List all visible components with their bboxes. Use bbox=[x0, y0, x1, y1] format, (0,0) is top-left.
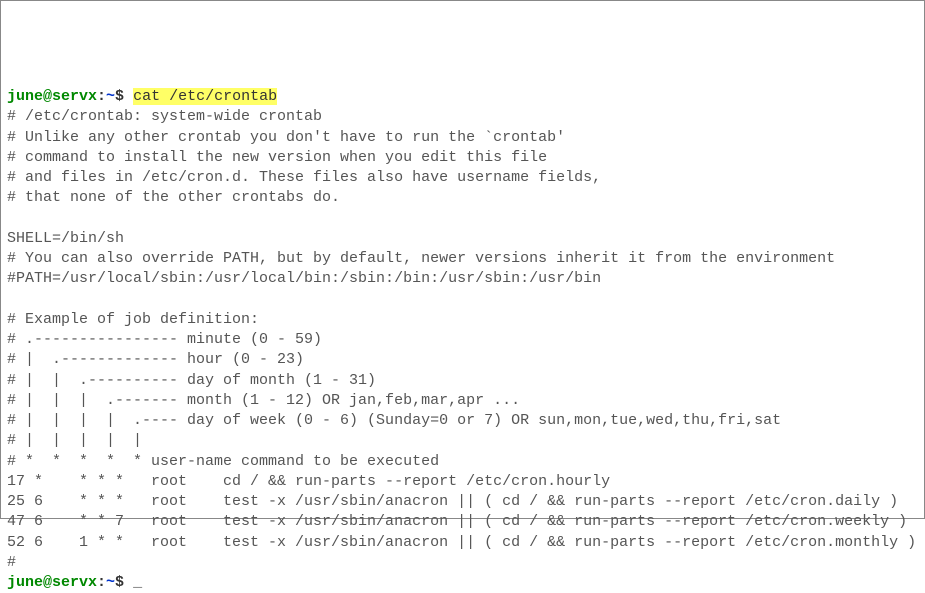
prompt-user-host: june@servx bbox=[7, 88, 97, 105]
prompt-dollar: $ bbox=[115, 88, 133, 105]
prompt-separator: : bbox=[97, 88, 106, 105]
prompt-cwd: ~ bbox=[106, 88, 115, 105]
terminal-line-final: june@servx:~$ _ bbox=[7, 574, 142, 591]
terminal-line-1: june@servx:~$ cat /etc/crontab bbox=[7, 88, 277, 105]
command-text[interactable]: cat /etc/crontab bbox=[133, 88, 277, 105]
prompt-user-host: june@servx bbox=[7, 574, 97, 591]
prompt-dollar: $ bbox=[115, 574, 133, 591]
prompt-separator: : bbox=[97, 574, 106, 591]
cursor[interactable]: _ bbox=[133, 573, 142, 593]
output-block: # /etc/crontab: system-wide crontab # Un… bbox=[7, 108, 916, 571]
prompt-cwd: ~ bbox=[106, 574, 115, 591]
